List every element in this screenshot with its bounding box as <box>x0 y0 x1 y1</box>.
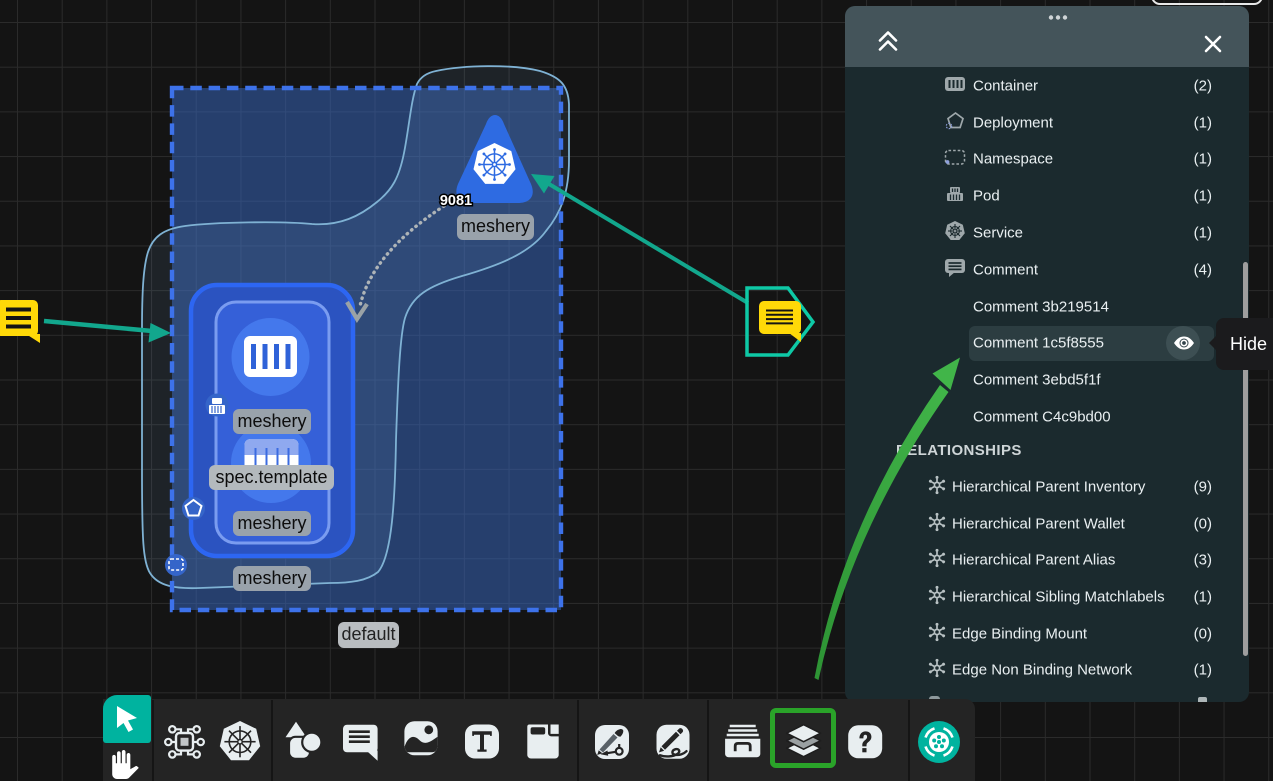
svg-text:9081: 9081 <box>440 193 472 209</box>
